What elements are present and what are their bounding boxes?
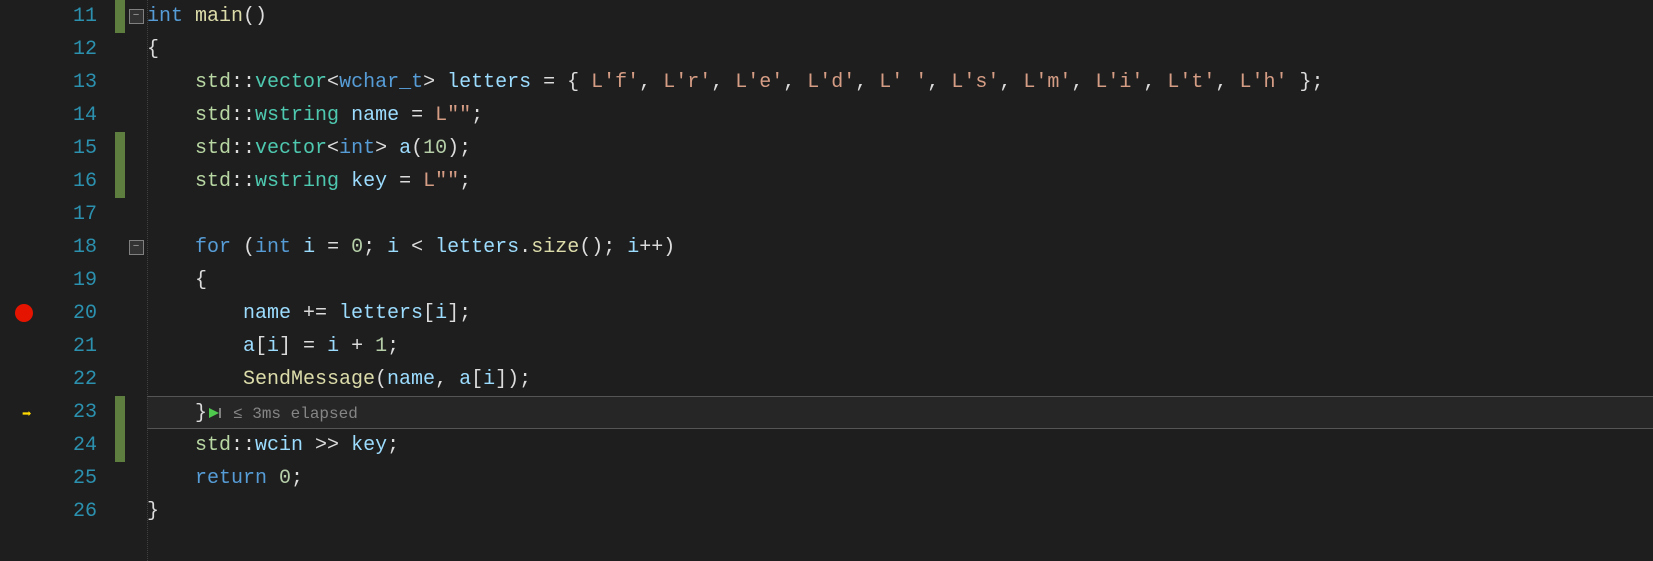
line-number: 12 xyxy=(45,33,97,66)
code-line: { xyxy=(147,264,1653,297)
code-line: int main() xyxy=(147,0,1653,33)
change-indicator-gutter xyxy=(115,0,125,561)
line-number: 11 xyxy=(45,0,97,33)
code-text-area[interactable]: int main() { std::vector<wchar_t> letter… xyxy=(147,0,1653,561)
line-number: 14 xyxy=(45,99,97,132)
code-line: return 0; xyxy=(147,462,1653,495)
line-number: 15 xyxy=(45,132,97,165)
line-number: 24 xyxy=(45,429,97,462)
line-number: 16 xyxy=(45,165,97,198)
code-line xyxy=(147,198,1653,231)
code-editor[interactable]: ➡ 11 12 13 14 15 16 17 18 19 20 21 22 23… xyxy=(0,0,1653,561)
line-number: 13 xyxy=(45,66,97,99)
line-number: 20 xyxy=(45,297,97,330)
code-line: { xyxy=(147,33,1653,66)
line-number: 19 xyxy=(45,264,97,297)
line-number: 25 xyxy=(45,462,97,495)
line-number-gutter: 11 12 13 14 15 16 17 18 19 20 21 22 23 2… xyxy=(45,0,115,561)
fold-collapse-icon[interactable]: − xyxy=(129,9,144,24)
fold-collapse-icon[interactable]: − xyxy=(129,240,144,255)
breakpoint-gutter[interactable]: ➡ xyxy=(0,0,45,561)
fold-gutter[interactable]: − − xyxy=(125,0,147,561)
perf-play-icon[interactable] xyxy=(207,406,221,420)
code-line: std::wstring name = L""; xyxy=(147,99,1653,132)
code-line-current: }≤ 3ms elapsed xyxy=(147,396,1653,429)
code-line: SendMessage(name, a[i]); xyxy=(147,363,1653,396)
perf-tip[interactable]: ≤ 3ms elapsed xyxy=(233,405,358,423)
code-line: name += letters[i]; xyxy=(147,297,1653,330)
line-number: 17 xyxy=(45,198,97,231)
line-number: 22 xyxy=(45,363,97,396)
code-line: std::vector<int> a(10); xyxy=(147,132,1653,165)
code-line: std::vector<wchar_t> letters = { L'f', L… xyxy=(147,66,1653,99)
line-number: 26 xyxy=(45,495,97,528)
line-number: 21 xyxy=(45,330,97,363)
code-line: std::wstring key = L""; xyxy=(147,165,1653,198)
breakpoint-icon[interactable] xyxy=(15,304,33,322)
code-line: a[i] = i + 1; xyxy=(147,330,1653,363)
line-number: 18 xyxy=(45,231,97,264)
code-line: for (int i = 0; i < letters.size(); i++) xyxy=(147,231,1653,264)
current-line-arrow-icon: ➡ xyxy=(22,404,32,424)
line-number: 23 xyxy=(45,396,97,429)
code-line: } xyxy=(147,495,1653,528)
code-line: std::wcin >> key; xyxy=(147,429,1653,462)
